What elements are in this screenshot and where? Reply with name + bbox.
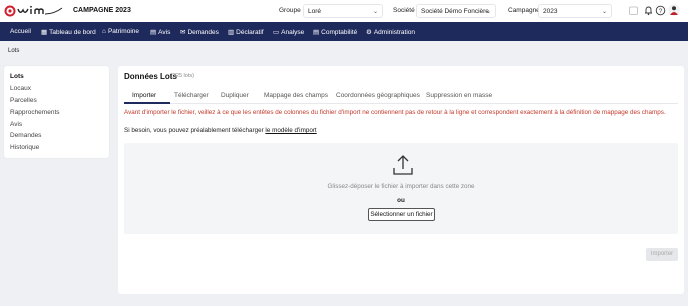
svg-text:?: ? — [659, 9, 663, 15]
nav-avis[interactable]: ▤ Avis — [150, 28, 170, 36]
home-icon: ⌂ — [102, 28, 106, 35]
lots-count: (225 lots) — [171, 73, 194, 79]
hint-text: Si besoin, vous pouvez préalablement tél… — [124, 127, 266, 134]
sidebar-item-rapprochements[interactable]: Rapprochements — [10, 109, 60, 116]
active-tab-indicator — [124, 102, 170, 104]
tab-suppression-en-masse[interactable]: Suppression en masse — [426, 92, 492, 99]
mail-icon: ✉ — [180, 29, 186, 36]
groupe-value: Loré — [308, 8, 322, 15]
template-hint: Si besoin, vous pouvez préalablement tél… — [124, 127, 317, 134]
nav-declaratif[interactable]: ▥ Déclaratif — [228, 28, 264, 36]
import-warning: Avant d'importer le fichier, veillez à c… — [124, 109, 666, 116]
nav-analyse[interactable]: ▭ Analyse — [273, 28, 304, 36]
tab-importer[interactable]: Importer — [132, 92, 156, 99]
nav-demandes[interactable]: ✉ Demandes — [180, 28, 219, 36]
campagne-select[interactable]: 2023 ⌄ — [538, 4, 612, 18]
gear-icon: ⚙ — [366, 29, 372, 36]
dropzone-text: Glissez-déposer le fichier à importer da… — [327, 183, 475, 190]
document-icon: ▤ — [150, 29, 157, 36]
file-dropzone[interactable]: Glissez-déposer le fichier à importer da… — [124, 143, 678, 234]
folder-icon: ▭ — [273, 29, 280, 36]
tab-dupliquer[interactable]: Dupliquer — [221, 92, 249, 99]
ledger-icon: ▤ — [313, 29, 320, 36]
societe-value: Société Démo Foncière — [421, 8, 489, 15]
chevron-down-icon: ⌄ — [372, 9, 378, 15]
groupe-label: Groupe : — [279, 7, 305, 14]
tab-mappage-des-champs[interactable]: Mappage des champs — [264, 92, 328, 99]
help-icon[interactable]: ? — [655, 5, 666, 16]
breadcrumb: Lots — [8, 48, 20, 54]
sidebar-item-demandes[interactable]: Demandes — [10, 132, 41, 139]
nav-accueil[interactable]: Accueil — [10, 28, 31, 35]
tab-bar: Importer Télécharger Dupliquer Mappage d… — [124, 90, 678, 104]
top-bar: CAMPAGNE 2023 Groupe : Loré ⌄ Société : … — [0, 0, 688, 22]
nav-tableau-de-bord[interactable]: ▦ Tableau de bord — [41, 28, 96, 36]
chevron-down-icon: ⌄ — [601, 9, 607, 15]
societe-label: Société : — [393, 7, 419, 14]
groupe-select[interactable]: Loré ⌄ — [303, 4, 383, 18]
sidebar-item-historique[interactable]: Historique — [10, 144, 39, 151]
tab-coordonnees-geographiques[interactable]: Coordonnées géographiques — [336, 92, 420, 99]
import-button[interactable]: Importer — [646, 248, 678, 261]
page-title: Données Lots — [124, 72, 177, 81]
campaign-title: CAMPAGNE 2023 — [73, 7, 131, 14]
or-separator: ou — [397, 197, 405, 204]
avatar[interactable] — [668, 4, 680, 16]
bell-icon[interactable] — [643, 5, 654, 16]
sidebar-item-parcelles[interactable]: Parcelles — [10, 97, 37, 104]
main-panel: Données Lots (225 lots) Importer Télécha… — [118, 66, 684, 294]
sidebar-item-locaux[interactable]: Locaux — [10, 85, 31, 92]
calculator-icon: ▥ — [228, 29, 235, 36]
calendar-icon[interactable] — [628, 5, 639, 16]
nav-comptabilite[interactable]: ▤ Comptabilité — [313, 28, 357, 36]
main-nav: Accueil ▦ Tableau de bord ⌂ Patrimoine ▤ Av… — [0, 22, 688, 41]
sidebar-item-lots[interactable]: Lots — [10, 73, 24, 80]
sidebar-item-avis[interactable]: Avis — [10, 121, 22, 128]
select-file-button[interactable]: Sélectionner un fichier — [368, 208, 435, 221]
campagne-value: 2023 — [543, 8, 558, 15]
nav-patrimoine[interactable]: ⌂ Patrimoine — [102, 28, 139, 35]
template-download-link[interactable]: le modèle d'import — [265, 127, 316, 134]
chevron-down-icon: ⌄ — [485, 9, 491, 15]
sidebar: Lots Locaux Parcelles Rapprochements Avi… — [4, 66, 109, 158]
tab-telecharger[interactable]: Télécharger — [174, 92, 209, 99]
societe-select[interactable]: Société Démo Foncière ⌄ — [416, 4, 496, 18]
app-logo[interactable] — [4, 4, 64, 18]
grid-icon: ▦ — [41, 29, 48, 36]
nav-administration[interactable]: ⚙ Administration — [366, 28, 415, 36]
upload-icon — [393, 155, 413, 175]
